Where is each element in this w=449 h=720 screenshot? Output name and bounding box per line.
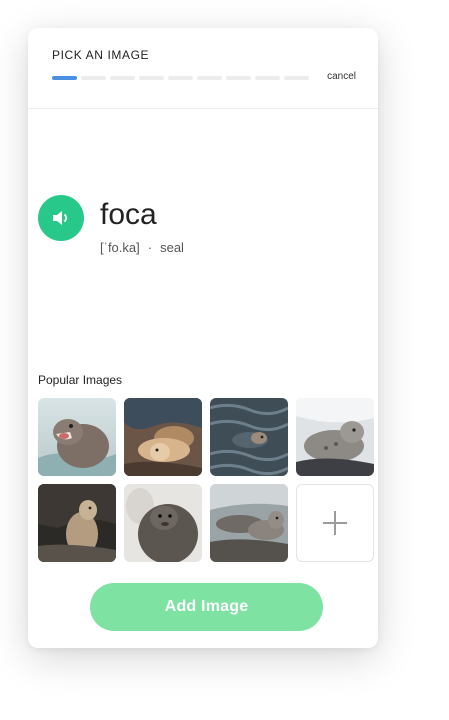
seal-image-4[interactable] — [296, 398, 374, 476]
progress-step-2 — [81, 76, 106, 80]
progress-step-3 — [110, 76, 135, 80]
progress-step-9 — [284, 76, 309, 80]
progress-step-6 — [197, 76, 222, 80]
word-meta: [ˈfo.ka] · seal — [100, 240, 184, 255]
seal-image-5[interactable] — [38, 484, 116, 562]
plus-icon — [323, 511, 347, 535]
page-title: PICK AN IMAGE — [52, 48, 150, 62]
pronunciation: [ˈfo.ka] — [100, 240, 140, 255]
progress-step-1 — [52, 76, 77, 80]
progress-bar — [52, 76, 309, 80]
popular-images-label: Popular Images — [38, 373, 123, 387]
image-picker-card: PICK AN IMAGE cancel foca [ˈfo.ka] · sea… — [28, 28, 378, 648]
add-image-tile[interactable] — [296, 484, 374, 562]
separator: · — [147, 240, 153, 255]
seal-image-1[interactable] — [38, 398, 116, 476]
translation: seal — [160, 240, 184, 255]
image-grid — [38, 398, 374, 562]
add-image-button[interactable]: Add Image — [90, 583, 323, 631]
word-block: foca [ˈfo.ka] · seal — [100, 195, 184, 255]
seal-image-6[interactable] — [124, 484, 202, 562]
seal-image-2[interactable] — [124, 398, 202, 476]
word-text: foca — [100, 198, 157, 231]
seal-image-3[interactable] — [210, 398, 288, 476]
progress-step-8 — [255, 76, 280, 80]
progress-step-7 — [226, 76, 251, 80]
speaker-icon — [53, 211, 68, 225]
play-audio-button[interactable] — [38, 195, 84, 241]
progress-step-4 — [139, 76, 164, 80]
header: PICK AN IMAGE cancel — [28, 28, 378, 109]
word-row: foca [ˈfo.ka] · seal — [38, 195, 184, 255]
seal-image-7[interactable] — [210, 484, 288, 562]
cancel-button[interactable]: cancel — [327, 71, 356, 82]
progress-step-5 — [168, 76, 193, 80]
